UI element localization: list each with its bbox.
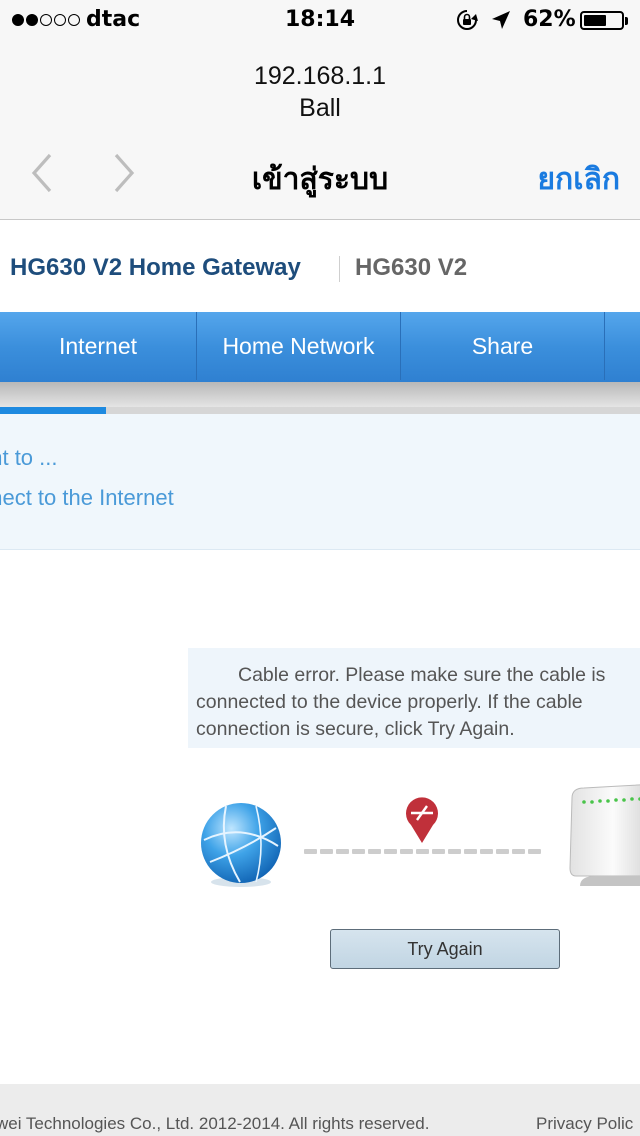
cable-segment: [448, 849, 461, 854]
globe-icon: [201, 803, 281, 887]
error-message-box: Cable error. Please make sure the cable …: [188, 648, 640, 748]
cable-segment: [432, 849, 445, 854]
copyright-text: wei Technologies Co., Ltd. 2012-2014. Al…: [0, 1114, 430, 1133]
cable-error-pin-icon: [406, 797, 438, 843]
tab-home-network[interactable]: Home Network: [197, 312, 401, 380]
wizard-progress-bar: [0, 407, 640, 414]
location-arrow-icon: [492, 11, 510, 29]
cable-segment: [320, 849, 333, 854]
tab-internet[interactable]: Internet: [0, 312, 197, 380]
battery-level-fill: [584, 15, 607, 26]
header-divider: [339, 256, 340, 282]
main-tab-bar: Internet Home Network Share: [0, 312, 640, 382]
screen: dtac 18:14 62% 192.168.1.1 Ball เข้าสู่ร…: [0, 0, 640, 1136]
cable-segment: [400, 849, 413, 854]
cable-segment: [368, 849, 381, 854]
wizard-progress-fill: [0, 407, 106, 414]
gateway-header: HG630 V2 Home Gateway HG630 V2: [0, 220, 640, 312]
cable-segment: [304, 849, 317, 854]
cable-segment: [416, 849, 429, 854]
cable-segment: [384, 849, 397, 854]
cable-segment: [336, 849, 349, 854]
browser-header: 192.168.1.1 Ball เข้าสู่ระบบ ยกเลิก: [0, 40, 640, 220]
privacy-policy-link[interactable]: Privacy Polic: [536, 1114, 633, 1134]
cable-segment: [480, 849, 493, 854]
error-message: Cable error. Please make sure the cable …: [196, 664, 606, 740]
wizard-option-connect[interactable]: nnect to the Internet: [0, 485, 174, 511]
cable-line: [304, 849, 541, 854]
tab-label: Home Network: [222, 332, 375, 359]
cable-segment: [496, 849, 509, 854]
product-title: HG630 V2 Home Gateway: [10, 254, 301, 281]
wizard-panel: ant to ... nnect to the Internet: [0, 414, 640, 550]
host-address: 192.168.1.1: [253, 62, 387, 90]
tab-label: Share: [471, 332, 534, 359]
try-again-label: Try Again: [407, 938, 483, 959]
tab-share[interactable]: Share: [401, 312, 605, 380]
cable-segment: [512, 849, 525, 854]
cancel-button[interactable]: ยกเลิก: [537, 156, 620, 203]
product-model: HG630 V2: [355, 254, 468, 281]
wizard-question: ant to ...: [0, 445, 58, 470]
footer: wei Technologies Co., Ltd. 2012-2014. Al…: [0, 1084, 640, 1136]
try-again-button[interactable]: Try Again: [330, 929, 560, 969]
host-subtitle: Ball: [299, 94, 341, 122]
battery-percent: 62%: [523, 7, 576, 32]
cable-segment: [464, 849, 477, 854]
cable-segment: [528, 849, 541, 854]
battery-icon: [580, 11, 628, 30]
router-icon: [569, 784, 640, 886]
rotation-lock-icon: [457, 10, 478, 30]
tab-label: Internet: [59, 332, 137, 359]
status-bar: dtac 18:14 62%: [0, 0, 640, 40]
cable-segment: [352, 849, 365, 854]
tab-more[interactable]: [605, 312, 640, 380]
tab-bar-shadow: [0, 382, 640, 408]
